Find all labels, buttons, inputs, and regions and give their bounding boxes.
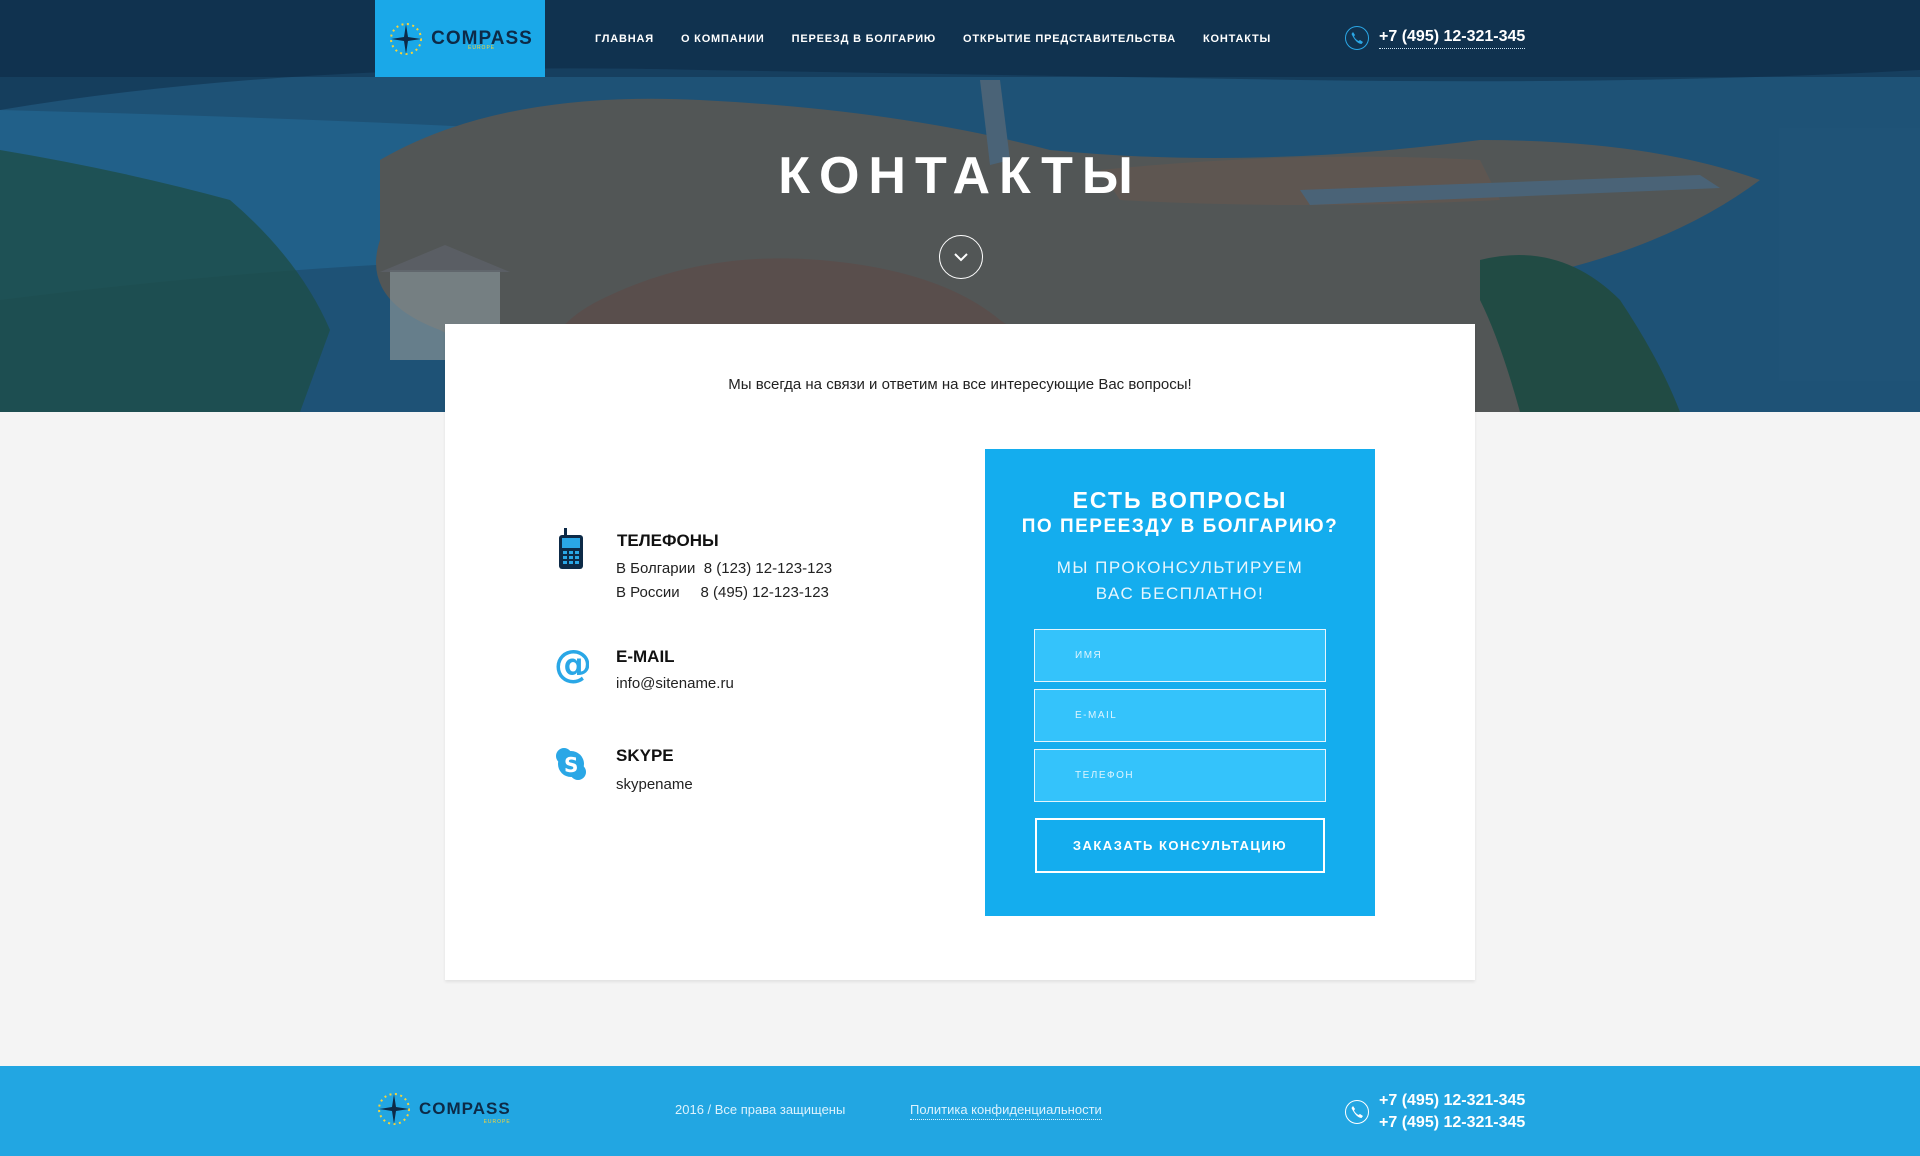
compass-logo-icon (378, 1093, 410, 1125)
at-sign-icon: @ (553, 643, 589, 687)
top-navigation-bar: COMPASS EUROPE ГЛАВНАЯ О КОМПАНИИ ПЕРЕЕЗ… (0, 0, 1920, 77)
order-consultation-button[interactable]: ЗАКАЗАТЬ КОНСУЛЬТАЦИЮ (1035, 818, 1325, 873)
skype-icon: S (553, 742, 589, 786)
phone-input[interactable] (1034, 749, 1326, 802)
nav-item-home[interactable]: ГЛАВНАЯ (595, 33, 654, 45)
nav-item-contacts[interactable]: КОНТАКТЫ (1203, 33, 1271, 45)
nav-item-office-opening[interactable]: ОТКРЫТИЕ ПРЕДСТАВИТЕЛЬСТВА (963, 33, 1176, 45)
page-title: КОНТАКТЫ (778, 147, 1142, 205)
consultation-form: ЕСТЬ ВОПРОСЫ ПО ПЕРЕЕЗДУ В БОЛГАРИЮ? МЫ … (985, 449, 1375, 916)
name-input[interactable] (1034, 629, 1326, 682)
contacts-card: Мы всегда на связи и ответим на все инте… (445, 324, 1475, 980)
form-title-line1: ЕСТЬ ВОПРОСЫ (1072, 487, 1288, 513)
phones-heading: ТЕЛЕФОНЫ (617, 531, 719, 550)
nav-item-about[interactable]: О КОМПАНИИ (681, 33, 765, 45)
header-phone-number[interactable]: +7 (495) 12-321-345 (1379, 28, 1526, 49)
phone-number-russia[interactable]: 8 (495) 12-123-123 (700, 584, 828, 601)
skype-value[interactable]: skypename (616, 773, 693, 797)
svg-text:S: S (564, 753, 578, 777)
privacy-policy-link[interactable]: Политика конфиденциальности (910, 1102, 1102, 1120)
phone-label-bulgaria: В Болгарии (616, 560, 696, 577)
intro-text: Мы всегда на связи и ответим на все инте… (728, 376, 1192, 393)
scroll-down-button[interactable] (939, 235, 983, 279)
compass-logo-icon (390, 22, 423, 55)
footer-logo-wordmark: COMPASS EUROPE (419, 1099, 511, 1125)
phone-icon (1345, 26, 1369, 50)
footer-phones: +7 (495) 12-321-345 +7 (495) 12-321-345 (1345, 1090, 1525, 1134)
footer-phone-1[interactable]: +7 (495) 12-321-345 (1379, 1090, 1525, 1112)
footer-phone-2[interactable]: +7 (495) 12-321-345 (1379, 1112, 1525, 1134)
footer-logo-text: COMPASS (419, 1099, 511, 1118)
form-subtitle-line1: МЫ ПРОКОНСУЛЬТИРУЕМ (1056, 558, 1304, 577)
footer-phone-list: +7 (495) 12-321-345 +7 (495) 12-321-345 (1379, 1090, 1525, 1134)
form-subtitle-line2: ВАС БЕСПЛАТНО! (1095, 584, 1265, 603)
logo-subtext: EUROPE (468, 45, 496, 51)
header-phone[interactable]: +7 (495) 12-321-345 (1345, 26, 1526, 50)
phone-row-bulgaria: В Болгарии 8 (123) 12-123-123 (616, 557, 832, 581)
form-title-line2: ПО ПЕРЕЕЗДУ В БОЛГАРИЮ? (1021, 516, 1339, 537)
svg-text:@: @ (554, 645, 589, 685)
phones-list: В Болгарии 8 (123) 12-123-123 В России 8… (616, 557, 832, 605)
phone-row-russia: В России 8 (495) 12-123-123 (616, 581, 832, 605)
main-nav: ГЛАВНАЯ О КОМПАНИИ ПЕРЕЕЗД В БОЛГАРИЮ ОТ… (595, 33, 1271, 45)
email-value[interactable]: info@sitename.ru (616, 672, 734, 696)
nav-item-relocation[interactable]: ПЕРЕЕЗД В БОЛГАРИЮ (792, 33, 936, 45)
footer-logo-subtext: EUROPE (483, 1119, 511, 1125)
email-input[interactable] (1034, 689, 1326, 742)
phone-label-russia: В России (616, 584, 680, 601)
phone-number-bulgaria[interactable]: 8 (123) 12-123-123 (704, 560, 832, 577)
footer: COMPASS EUROPE 2016 / Все права защищены… (0, 1066, 1920, 1156)
form-subtitle: МЫ ПРОКОНСУЛЬТИРУЕМ ВАС БЕСПЛАТНО! (985, 555, 1375, 607)
footer-logo[interactable]: COMPASS EUROPE (375, 1090, 511, 1128)
mobile-phone-icon (553, 527, 589, 571)
chevron-down-icon (954, 253, 968, 262)
phone-icon (1345, 1100, 1369, 1124)
email-heading: E-MAIL (616, 647, 675, 666)
header-logo[interactable]: COMPASS EUROPE (375, 0, 545, 77)
copyright-text: 2016 / Все права защищены (675, 1102, 846, 1117)
skype-heading: SKYPE (616, 746, 674, 765)
